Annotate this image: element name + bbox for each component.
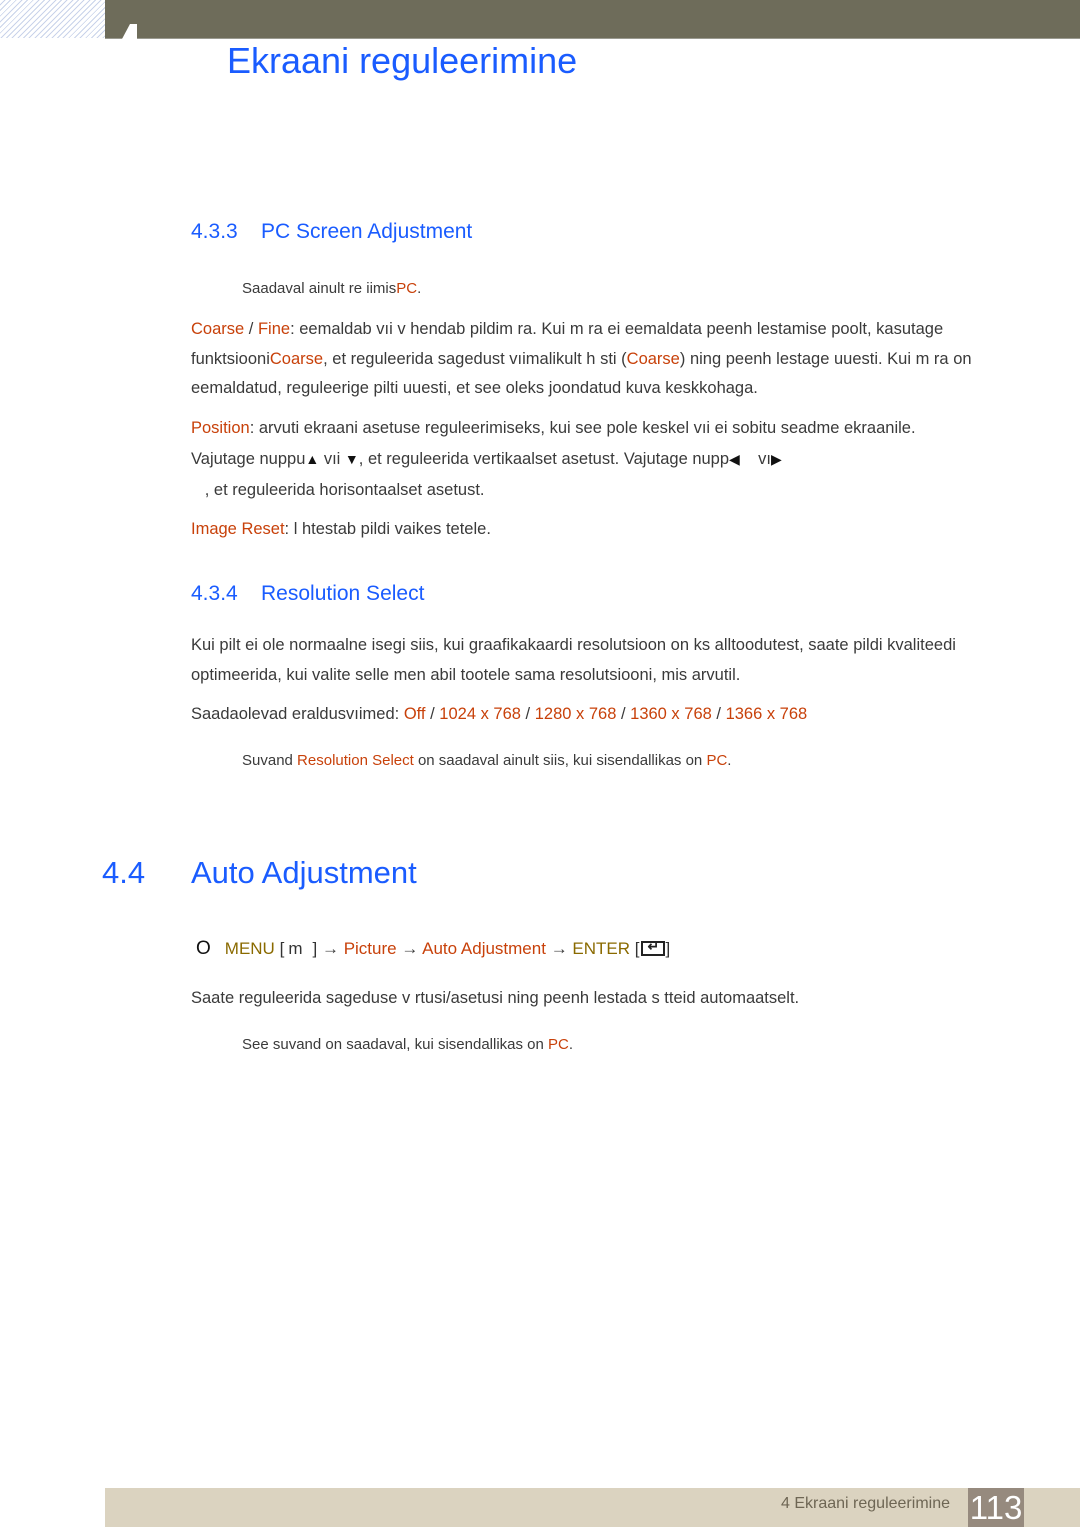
paragraph-image-reset: Image Reset: l htestab pildi vaikes tete…	[191, 515, 1021, 545]
left-arrow-icon: ◀	[729, 451, 740, 467]
path-marker-icon: O	[196, 938, 211, 959]
term-resolution-select: Resolution Select	[297, 752, 414, 769]
note-resolution-select: Suvand Resolution Select on saadaval ain…	[242, 752, 731, 769]
section-heading-auto-adjustment: 4.4 Auto Adjustment	[102, 855, 417, 891]
separator: /	[425, 705, 440, 723]
paragraph-coarse-fine: Coarse / Fine: eemaldab vıi v hendab pil…	[191, 315, 1021, 404]
section-number: 4.3.4	[191, 582, 238, 605]
menu-label: MENU	[224, 939, 275, 958]
up-arrow-icon: ▲	[305, 451, 320, 467]
right-arrow-icon: ▶	[771, 451, 782, 467]
term-pc: PC	[706, 752, 728, 769]
text: Vajutage nuppu	[191, 450, 306, 468]
paragraph-position: Position: arvuti ekraani asetuse regulee…	[191, 413, 1021, 506]
section-title: Resolution Select	[261, 582, 425, 605]
term-pc: PC	[548, 1036, 569, 1053]
separator: /	[244, 320, 258, 338]
enter-label: ENTER	[572, 939, 631, 958]
term-coarse: Coarse	[191, 320, 245, 338]
text: vı	[739, 450, 771, 468]
text: .	[568, 1036, 574, 1053]
section-heading-resolution-select: 4.3.4 Resolution Select	[191, 582, 424, 606]
note-pc-only: Saadaval ainult re iimisPC.	[242, 280, 421, 297]
chapter-title: Ekraani reguleerimine	[227, 40, 578, 81]
text: Suvand	[242, 752, 298, 769]
term-coarse: Coarse	[626, 349, 680, 368]
page-number: 113	[968, 1488, 1024, 1527]
text: : arvuti ekraani asetuse reguleerimiseks…	[249, 419, 916, 437]
down-arrow-icon: ▼	[344, 451, 359, 467]
term-coarse: Coarse	[269, 349, 324, 368]
paragraph-auto-adjustment: Saate reguleerida sageduse v rtusi/asetu…	[191, 989, 800, 1007]
text: , et reguleerida sagedust vıimalikult h …	[323, 349, 627, 368]
text: on saadaval ainult siis, kui sisendallik…	[413, 752, 707, 769]
separator: /	[616, 705, 631, 723]
chapter-number-glyph	[120, 24, 160, 39]
arrow-icon: →	[550, 939, 568, 958]
options-label: Saadaolevad eraldusvıimed:	[191, 705, 404, 723]
section-title: PC Screen Adjustment	[261, 220, 473, 243]
arrow-icon: →	[321, 939, 339, 958]
option-1024x768: 1024 x 768	[439, 705, 521, 723]
header-band	[105, 0, 1080, 39]
text: See suvand on saadaval, kui sisendallika…	[242, 1036, 549, 1053]
hatch-decoration	[0, 0, 105, 38]
option-1280x768: 1280 x 768	[534, 705, 617, 723]
text: : l htestab pildi vaikes tetele.	[284, 520, 491, 538]
menu-path: O MENU [m] → Picture → Auto Adjustment → …	[196, 938, 670, 960]
section-title: Auto Adjustment	[191, 855, 417, 890]
option-1366x768: 1366 x 768	[725, 705, 808, 723]
separator: /	[711, 705, 726, 723]
footer-chapter-label: 4 Ekraani reguleerimine	[781, 1495, 950, 1512]
text: vıi	[319, 450, 345, 468]
paragraph-resolution-options: Saadaolevad eraldusvıimed: Off / 1024 x …	[191, 700, 1021, 730]
section-number: 4.3.3	[191, 220, 238, 243]
text: .	[727, 752, 732, 769]
menu-icon: m	[288, 939, 303, 958]
term-fine: Fine	[257, 320, 291, 338]
text: , et reguleerida vertikaalset asetust. V…	[358, 450, 730, 468]
path-picture: Picture	[343, 939, 397, 958]
term-image-reset: Image Reset	[191, 520, 285, 538]
section-number: 4.4	[102, 855, 146, 890]
menu-button-icon: [m]	[279, 939, 318, 958]
arrow-icon: →	[401, 939, 419, 958]
note-text: Saadaval ainult re iimis	[242, 280, 397, 297]
note-end: .	[417, 280, 422, 297]
note-auto-adjustment: See suvand on saadaval, kui sisendallika…	[242, 1036, 573, 1053]
option-1360x768: 1360 x 768	[630, 705, 712, 723]
note-highlight: PC	[396, 280, 418, 297]
enter-button: []	[635, 938, 670, 958]
separator: /	[520, 705, 535, 723]
path-auto-adjustment: Auto Adjustment	[422, 939, 546, 958]
option-off: Off	[403, 705, 426, 723]
enter-icon	[640, 938, 665, 956]
paragraph-resolution-body: Kui pilt ei ole normaalne isegi siis, ku…	[191, 636, 956, 684]
section-heading-pc-screen-adjustment: 4.3.3 PC Screen Adjustment	[191, 220, 472, 244]
term-position: Position	[191, 419, 250, 437]
text: , et reguleerida horisontaalset asetust.	[191, 481, 485, 499]
